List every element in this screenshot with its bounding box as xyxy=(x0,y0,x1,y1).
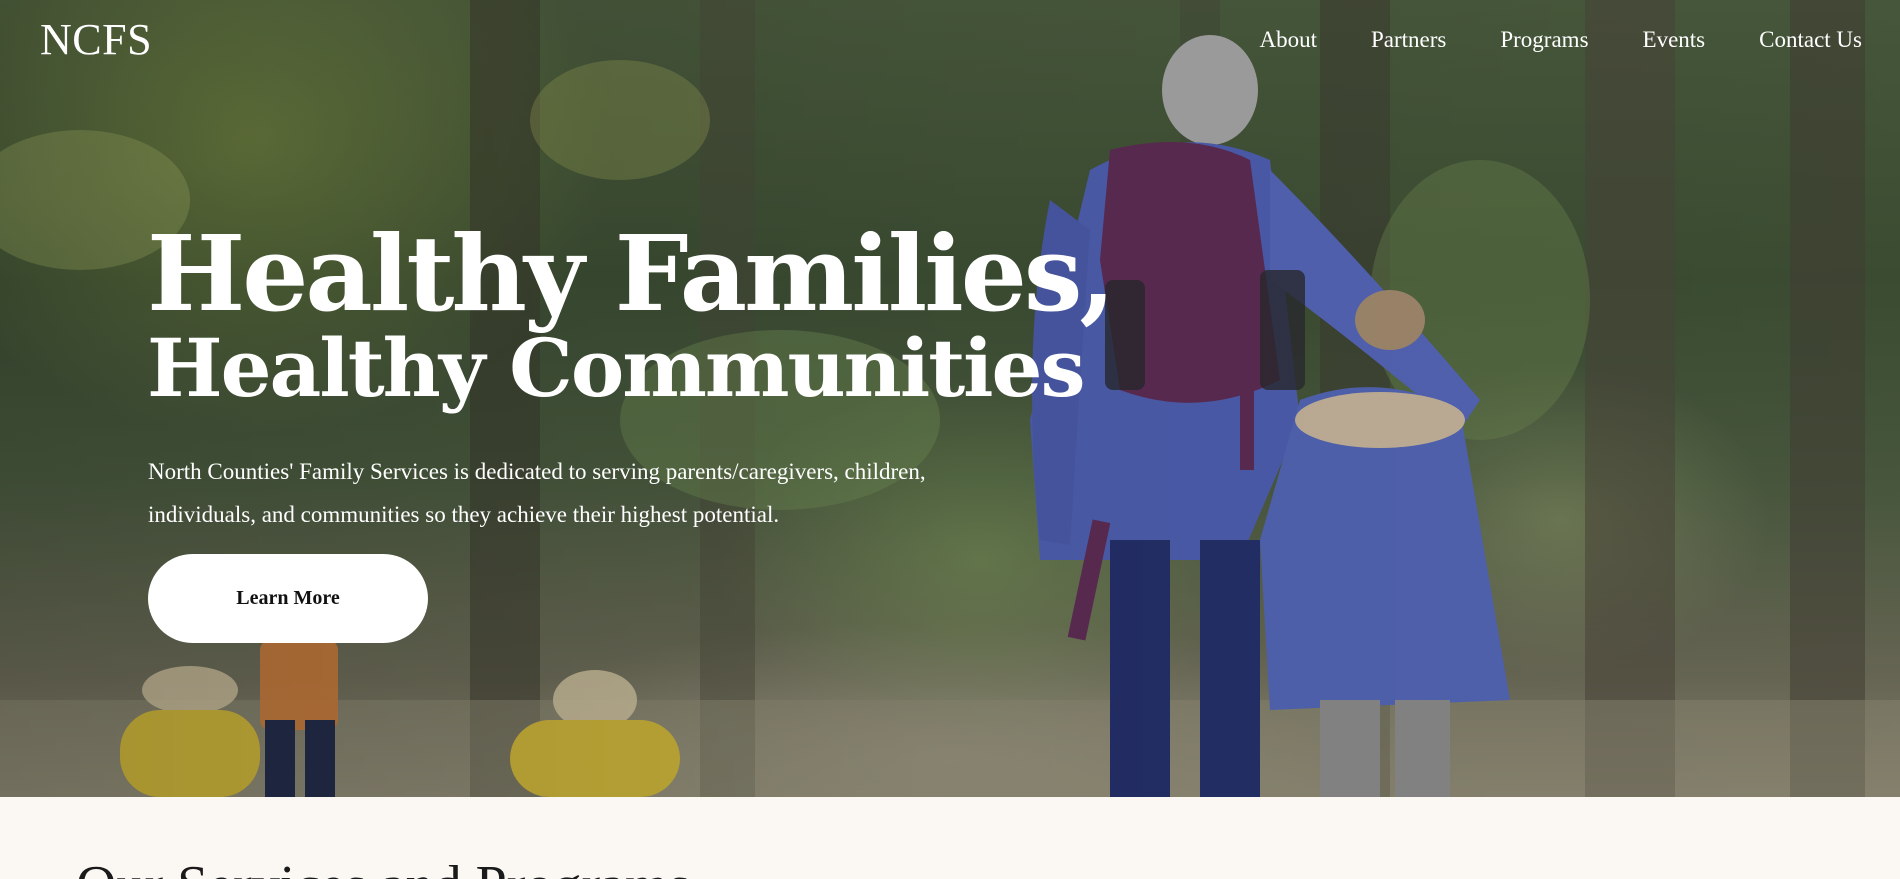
nav-item-contact: Contact Us xyxy=(1759,28,1862,51)
nav-link-about[interactable]: About xyxy=(1259,28,1317,51)
nav-link-partners[interactable]: Partners xyxy=(1371,28,1446,51)
services-title: Our Services and Programs xyxy=(76,858,690,879)
nav-link-contact[interactable]: Contact Us xyxy=(1759,28,1862,51)
nav-item-programs: Programs xyxy=(1500,28,1588,51)
nav-link-programs[interactable]: Programs xyxy=(1500,28,1588,51)
hero-headline-line1: Healthy Families, xyxy=(147,212,1116,335)
nav-link-events[interactable]: Events xyxy=(1643,28,1706,51)
main-navigation: About Partners Programs Events Contact U… xyxy=(1259,28,1862,51)
page: NCFS About Partners Programs Events Cont… xyxy=(0,0,1900,879)
hero-intro-text: North Counties' Family Services is dedic… xyxy=(148,459,926,527)
nav-item-about: About xyxy=(1259,28,1317,51)
nav-item-partners: Partners xyxy=(1371,28,1446,51)
learn-more-button[interactable]: Learn More xyxy=(148,554,428,643)
site-logo[interactable]: NCFS xyxy=(40,18,152,62)
nav-item-events: Events xyxy=(1643,28,1706,51)
hero-section: NCFS About Partners Programs Events Cont… xyxy=(0,0,1900,797)
hero-headline: Healthy Families, Healthy Communities xyxy=(147,212,1116,415)
hero-headline-line2: Healthy Communities xyxy=(147,321,1085,415)
